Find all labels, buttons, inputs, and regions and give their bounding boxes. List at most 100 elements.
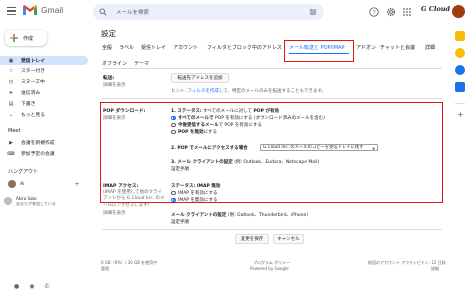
sidebar-item-new-meeting[interactable]: ▶ 会議を新規作成 (0, 138, 88, 147)
imap-description: (IMAP を使用して他のクライアントから G Cloud Inc. のメールに… (103, 190, 165, 208)
search-input[interactable]: メールを検索 (116, 8, 149, 16)
account-avatar[interactable] (452, 5, 465, 18)
divider (102, 98, 442, 99)
search-options-icon[interactable] (309, 8, 317, 16)
search-icon[interactable] (99, 8, 107, 16)
pop-download-label: POP ダウンロード: (103, 109, 146, 114)
sidebar-item-more[interactable]: ⌄ もっと見る (0, 110, 88, 119)
forwarding-hint: ヒント: フィルタを作成して、特定のメールのみを転送することもできます。 (171, 88, 326, 94)
contacts-icon[interactable] (455, 82, 465, 92)
imap-client-label: メール クライアントの設定 (171, 213, 227, 218)
chevron-down-icon: ⌄ (8, 111, 14, 118)
forwarding-learn-more-link[interactable]: 詳細を表示 (103, 82, 126, 88)
divider (102, 68, 442, 69)
imap-disable-radio[interactable] (171, 197, 176, 202)
plus-icon (10, 34, 18, 42)
sidebar-item-label: もっと見る (21, 113, 45, 118)
rail-divider (455, 103, 465, 104)
cancel-button[interactable]: キャンセル (273, 234, 304, 244)
pop-learn-more-link[interactable]: 詳細を表示 (103, 115, 126, 121)
pop-enable-new-radio[interactable] (171, 122, 176, 127)
manage-storage-link[interactable]: 管理 (101, 266, 109, 272)
tab-filters[interactable]: フィルタとブロック中のアドレス (207, 44, 282, 51)
pop-setup-instructions-link[interactable]: 設定手順 (171, 166, 189, 172)
activity-details-link[interactable]: 詳細 (431, 266, 439, 272)
sidebar-item-label: 送信済み (21, 91, 41, 96)
keyboard-icon: ⌨ (7, 150, 15, 157)
gmail-logo[interactable]: Gmail (23, 5, 63, 15)
pop-step2-label: 2. POP でメールにアクセスする場合 (171, 145, 248, 151)
tab-labels[interactable]: ラベル (119, 44, 134, 51)
imap-learn-more-link[interactable]: 詳細を表示 (103, 210, 126, 216)
hangouts-contact[interactable]: Akira Sato あなたが参加している (4, 196, 56, 206)
imap-enable-radio[interactable] (171, 190, 176, 195)
app-name: Gmail (41, 5, 64, 15)
organization-brand: G Cloud (421, 5, 451, 13)
top-bar: Gmail メールを検索 ? G Cloud (0, 0, 474, 24)
phone-icon[interactable]: ✆ (45, 283, 50, 290)
tab-themes[interactable]: テーマ (134, 60, 149, 67)
video-icon: ▶ (9, 139, 13, 146)
hangouts-user[interactable]: Ai + (8, 180, 79, 188)
imap-status-text: ステータス: IMAP 無効 (171, 184, 221, 189)
contact-status: あなたが参加している (16, 201, 56, 206)
compose-button[interactable]: 作成 (5, 30, 47, 46)
option-strong: 今後受信するメール (178, 123, 219, 128)
apps-grid-icon[interactable] (402, 7, 412, 17)
help-icon[interactable]: ? (369, 7, 379, 17)
pop-access-select[interactable]: G Cloud Inc. のメールのコピーを受信トレイに残す ▼ (260, 143, 378, 151)
meet-section-title: Meet (8, 128, 21, 134)
sidebar-item-label: 下書き (21, 102, 36, 107)
sidebar-item-drafts[interactable]: ▤ 下書き (0, 99, 88, 108)
add-addon-icon[interactable]: + (457, 110, 464, 119)
settings-main: 設定 全般 ラベル 受信トレイ アカウント フィルタとブロック中のアドレス メー… (88, 24, 448, 296)
sidebar-item-snoozed[interactable]: ◷ スヌーズ中 (0, 77, 88, 86)
pop-step3: 3. メール クライアントの設定 (例: Outlook、Eudora、Nets… (171, 159, 319, 165)
page-title: 設定 (101, 29, 116, 38)
add-forwarding-address-button[interactable]: 転送先アドレスを追加 (171, 73, 229, 83)
pop-status: 1. ステータス: すべてのメールに対して POP が有効 (171, 108, 279, 114)
tab-offline[interactable]: オフライン (102, 60, 127, 67)
tasks-icon[interactable] (455, 65, 465, 75)
sidebar-item-inbox[interactable]: ▣ 受信トレイ (0, 56, 88, 65)
tab-accounts[interactable]: アカウント (173, 44, 198, 51)
person-icon[interactable]: ● (14, 283, 19, 290)
avatar (4, 197, 12, 205)
gmail-m-icon (23, 5, 37, 15)
option-rest: で POP を有効にする (218, 123, 262, 128)
tab-addons[interactable]: アドオン (356, 44, 376, 51)
imap-setup-instructions-link[interactable]: 設定手順 (171, 219, 189, 225)
tab-general[interactable]: 全般 (102, 44, 112, 51)
tab-inbox[interactable]: 受信トレイ (141, 44, 166, 51)
forwarding-label: 転送: (103, 76, 115, 81)
sidebar-item-label: 受信トレイ (21, 59, 45, 64)
save-changes-button[interactable]: 変更を保存 (235, 234, 269, 244)
tab-chat-meet[interactable]: チャットと会議 (380, 44, 415, 51)
imap-access-label: IMAP アクセス: (103, 184, 139, 189)
send-icon: ➤ (8, 89, 14, 96)
pop-option-all: すべてのメールで POP を有効にする (ダウンロード済みのメールを含む) (178, 115, 325, 121)
sidebar-item-sent[interactable]: ➤ 送信済み (0, 88, 88, 97)
pop-disable-radio[interactable] (171, 129, 176, 134)
chat-bubble-icon[interactable]: ◉ (29, 283, 34, 290)
keep-icon[interactable] (455, 48, 465, 58)
sidebar-bottom-icons: ● ◉ ✆ (14, 283, 50, 290)
search-bar[interactable]: メールを検索 (93, 4, 324, 20)
svg-text:?: ? (372, 10, 375, 16)
menu-icon[interactable] (7, 7, 16, 15)
hint-suffix: して、特定のメールのみを転送することもできます。 (218, 89, 326, 94)
active-tab-highlight (284, 40, 354, 62)
sidebar-item-starred[interactable]: ☆ スター付き (0, 66, 88, 75)
gear-icon[interactable] (386, 7, 396, 17)
add-contact-icon[interactable]: + (74, 181, 79, 188)
option-strong: すべてのメールで (178, 116, 214, 121)
sidebar-item-join-meeting[interactable]: ⌨ 参加予定の会議 (0, 149, 88, 158)
calendar-icon[interactable] (455, 31, 465, 41)
hint-prefix: ヒント: (171, 89, 188, 94)
create-filter-link[interactable]: フィルタを作成 (187, 89, 218, 94)
tab-advanced[interactable]: 詳細 (425, 44, 435, 51)
imap-client-examples: (例: Outlook、Thunderbird、iPhone) (226, 213, 309, 218)
draft-icon: ▤ (8, 100, 14, 107)
pop-enable-all-radio[interactable] (171, 115, 176, 120)
pop-status-text: すべてのメールに対して (203, 109, 253, 114)
